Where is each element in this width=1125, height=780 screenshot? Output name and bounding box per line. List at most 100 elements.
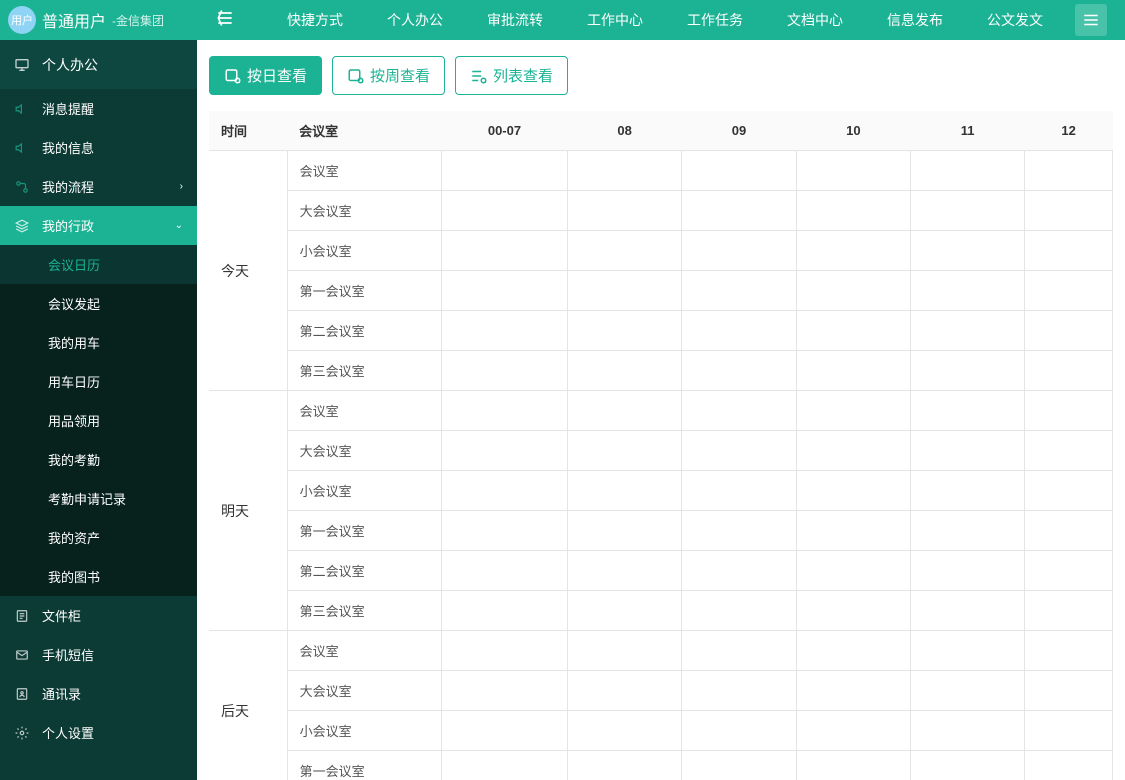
slot-cell[interactable] [796,191,910,231]
slot-cell[interactable] [441,431,567,471]
sidebar-sub-item[interactable]: 用车日历 [0,362,197,401]
slot-cell[interactable] [441,391,567,431]
slot-cell[interactable] [441,271,567,311]
slot-cell[interactable] [796,551,910,591]
slot-cell[interactable] [1025,471,1113,511]
slot-cell[interactable] [682,151,796,191]
slot-cell[interactable] [796,751,910,780]
slot-cell[interactable] [682,231,796,271]
topnav-item[interactable]: 信息发布 [865,0,965,40]
slot-cell[interactable] [796,671,910,711]
slot-cell[interactable] [796,711,910,751]
sidebar-item[interactable]: 通讯录 [0,674,197,713]
slot-cell[interactable] [567,191,681,231]
slot-cell[interactable] [567,391,681,431]
slot-cell[interactable] [911,631,1025,671]
slot-cell[interactable] [796,631,910,671]
slot-cell[interactable] [796,591,910,631]
slot-cell[interactable] [1025,591,1113,631]
slot-cell[interactable] [682,551,796,591]
slot-cell[interactable] [1025,351,1113,391]
slot-cell[interactable] [796,231,910,271]
slot-cell[interactable] [682,311,796,351]
slot-cell[interactable] [796,311,910,351]
slot-cell[interactable] [567,351,681,391]
slot-cell[interactable] [911,751,1025,780]
slot-cell[interactable] [911,511,1025,551]
slot-cell[interactable] [911,471,1025,511]
slot-cell[interactable] [441,591,567,631]
slot-cell[interactable] [1025,671,1113,711]
slot-cell[interactable] [1025,151,1113,191]
slot-cell[interactable] [682,751,796,780]
slot-cell[interactable] [441,751,567,780]
slot-cell[interactable] [911,551,1025,591]
slot-cell[interactable] [567,471,681,511]
slot-cell[interactable] [911,191,1025,231]
slot-cell[interactable] [567,591,681,631]
slot-cell[interactable] [911,231,1025,271]
slot-cell[interactable] [441,231,567,271]
slot-cell[interactable] [682,351,796,391]
topnav-item[interactable]: 工作任务 [665,0,765,40]
slot-cell[interactable] [441,151,567,191]
sidebar-sub-item[interactable]: 我的资产 [0,518,197,557]
view-day-button[interactable]: 按日查看 [209,56,322,95]
slot-cell[interactable] [1025,631,1113,671]
sidebar-sub-item[interactable]: 考勤申请记录 [0,479,197,518]
topnav-item[interactable]: 审批流转 [465,0,565,40]
slot-cell[interactable] [441,711,567,751]
slot-cell[interactable] [796,471,910,511]
slot-cell[interactable] [682,591,796,631]
slot-cell[interactable] [682,471,796,511]
slot-cell[interactable] [441,671,567,711]
view-week-button[interactable]: 按周查看 [332,56,445,95]
topnav-item[interactable]: 公文发文 [965,0,1065,40]
slot-cell[interactable] [567,711,681,751]
slot-cell[interactable] [1025,551,1113,591]
slot-cell[interactable] [1025,191,1113,231]
slot-cell[interactable] [567,631,681,671]
slot-cell[interactable] [567,751,681,780]
sidebar-sub-item[interactable]: 用品领用 [0,401,197,440]
slot-cell[interactable] [796,351,910,391]
sidebar-item[interactable]: 文件柜 [0,596,197,635]
slot-cell[interactable] [911,151,1025,191]
topnav-item[interactable]: 文档中心 [765,0,865,40]
sidebar-item[interactable]: 个人设置 [0,713,197,752]
sidebar-item-myinfo[interactable]: 我的信息 [0,128,197,167]
slot-cell[interactable] [441,351,567,391]
slot-cell[interactable] [796,151,910,191]
slot-cell[interactable] [567,151,681,191]
slot-cell[interactable] [682,191,796,231]
slot-cell[interactable] [682,271,796,311]
slot-cell[interactable] [1025,511,1113,551]
topnav-item[interactable]: 工作中心 [565,0,665,40]
slot-cell[interactable] [682,671,796,711]
slot-cell[interactable] [1025,711,1113,751]
sidebar-item-myadmin[interactable]: 我的行政 ⌄ [0,206,197,245]
sidebar-sub-item[interactable]: 会议发起 [0,284,197,323]
slot-cell[interactable] [796,431,910,471]
slot-cell[interactable] [682,431,796,471]
slot-cell[interactable] [911,351,1025,391]
user-header[interactable]: 用户 普通用户 -金信集团 [0,0,197,40]
sidebar-item-myflow[interactable]: 我的流程 › [0,167,197,206]
sidebar-item-notify[interactable]: 消息提醒 [0,89,197,128]
slot-cell[interactable] [682,631,796,671]
slot-cell[interactable] [911,391,1025,431]
slot-cell[interactable] [567,311,681,351]
sidebar-sub-item[interactable]: 我的图书 [0,557,197,596]
collapse-sidebar-icon[interactable] [215,8,235,33]
slot-cell[interactable] [441,311,567,351]
slot-cell[interactable] [682,511,796,551]
slot-cell[interactable] [911,671,1025,711]
sidebar-sub-item[interactable]: 我的用车 [0,323,197,362]
slot-cell[interactable] [567,431,681,471]
slot-cell[interactable] [1025,271,1113,311]
slot-cell[interactable] [911,271,1025,311]
sidebar-item[interactable]: 手机短信 [0,635,197,674]
sidebar-section-personal[interactable]: 个人办公 [0,40,197,89]
slot-cell[interactable] [911,431,1025,471]
topnav-item[interactable]: 个人办公 [365,0,465,40]
